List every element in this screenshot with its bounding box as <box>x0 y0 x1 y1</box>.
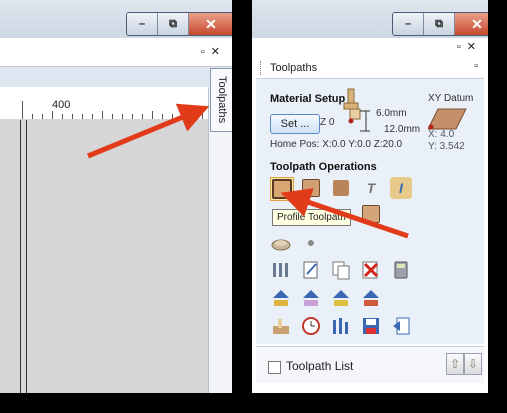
arrow-to-profile-icon <box>280 188 409 239</box>
arrow-to-toolpaths-tab <box>87 103 210 159</box>
annotation-arrows <box>87 103 409 239</box>
